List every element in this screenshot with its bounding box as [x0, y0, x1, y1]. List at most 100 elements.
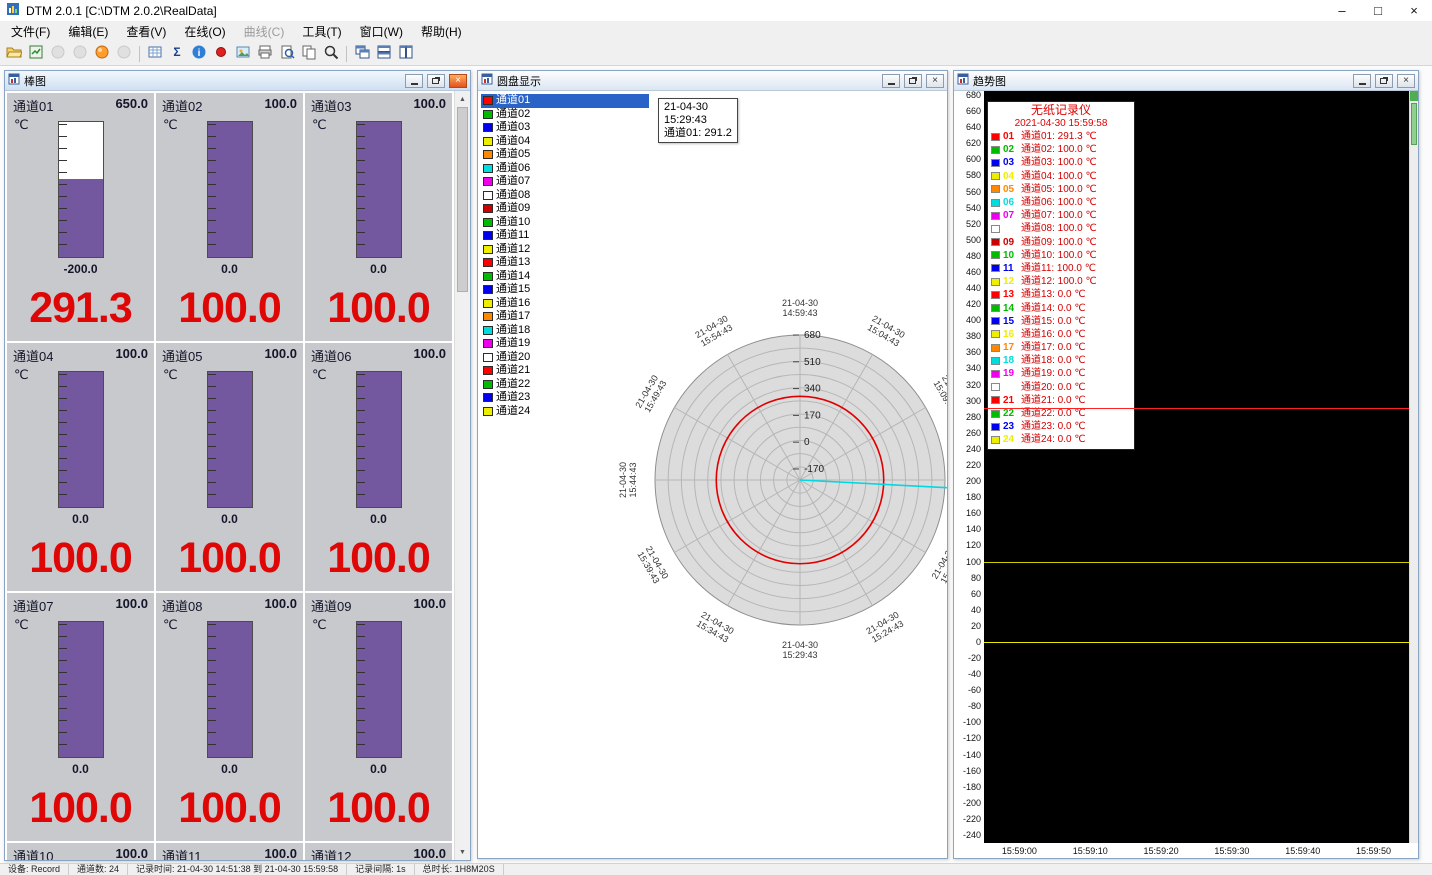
child-restore-button[interactable] [904, 74, 922, 88]
menu-item-5[interactable]: 曲线(C) [235, 21, 294, 42]
channel-list-item[interactable]: 通道05 [481, 148, 649, 162]
close-button[interactable]: × [1396, 0, 1432, 21]
legend-channel-number: 04 [1003, 170, 1018, 183]
scroll-down-icon[interactable]: ▼ [455, 844, 470, 860]
legend-channel-value: 通道16: 0.0 ℃ [1021, 328, 1086, 341]
scroll-up-icon[interactable]: ▲ [455, 91, 470, 107]
channel-list-item[interactable]: 通道06 [481, 162, 649, 176]
channel-label: 通道04 [496, 135, 530, 148]
minimize-button[interactable]: – [1324, 0, 1360, 21]
channel-list-item[interactable]: 通道16 [481, 297, 649, 311]
scrollbar-track[interactable] [455, 292, 470, 844]
tile-horizontal-button[interactable] [374, 44, 394, 64]
channel-list-item[interactable]: 通道12 [481, 243, 649, 257]
channel-color-swatch [483, 231, 493, 240]
y-axis-label: 620 [966, 139, 981, 148]
channel-list-item[interactable]: 通道17 [481, 310, 649, 324]
child-restore-button[interactable] [1375, 74, 1393, 88]
channel-list-item[interactable]: 通道20 [481, 351, 649, 365]
trend-plot[interactable]: 无纸记录仪 2021-04-30 15:59:58 01通道01: 291.3 … [984, 91, 1409, 843]
child-minimize-button[interactable] [1353, 74, 1371, 88]
gauge-ticks [208, 624, 216, 755]
svg-text:21-04-3015:29:43: 21-04-3015:29:43 [782, 640, 818, 660]
legend-channel-number: 05 [1003, 183, 1018, 196]
channel-list-item[interactable]: 通道21 [481, 364, 649, 378]
snapshot-button[interactable] [233, 44, 253, 64]
bar-graph-titlebar[interactable]: 棒图 × [5, 71, 470, 91]
child-close-button[interactable]: × [926, 74, 944, 88]
channel-list-item[interactable]: 通道04 [481, 135, 649, 149]
gauge-max-value: 100.0 [413, 846, 446, 860]
menu-item-4[interactable]: 在线(O) [175, 21, 234, 42]
channel-list-item[interactable]: 通道24 [481, 405, 649, 419]
channel-list-item[interactable]: 通道14 [481, 270, 649, 284]
child-close-button[interactable]: × [449, 74, 467, 88]
y-axis-label: -80 [968, 702, 981, 711]
channel-list-item[interactable]: 通道03 [481, 121, 649, 135]
legend-channel-value: 通道18: 0.0 ℃ [1021, 354, 1086, 367]
svg-text:680: 680 [804, 330, 821, 341]
copy-button[interactable] [299, 44, 319, 64]
child-minimize-button[interactable] [882, 74, 900, 88]
print-button[interactable] [255, 44, 275, 64]
cascade-windows-button[interactable] [352, 44, 372, 64]
channel-list-item[interactable]: 通道11 [481, 229, 649, 243]
bar-gauge-panel: 通道08100.0℃0.0100.0 [156, 593, 303, 841]
channel-list-item[interactable]: 通道23 [481, 391, 649, 405]
tile-vertical-button[interactable] [396, 44, 416, 64]
trend-graph-titlebar[interactable]: 趋势图 × [954, 71, 1418, 91]
channel-list-item[interactable]: 通道18 [481, 324, 649, 338]
channel-list-item[interactable]: 通道08 [481, 189, 649, 203]
data-table-button[interactable] [145, 44, 165, 64]
y-axis-label: -220 [963, 815, 981, 824]
menu-item-8[interactable]: 帮助(H) [412, 21, 471, 42]
info-button[interactable]: i [189, 44, 209, 64]
channel-list-item[interactable]: 通道22 [481, 378, 649, 392]
child-minimize-button[interactable] [405, 74, 423, 88]
svg-text:170: 170 [804, 410, 821, 421]
gauge-max-value: 100.0 [264, 596, 297, 615]
connect-button[interactable] [48, 44, 68, 64]
menu-item-2[interactable]: 编辑(E) [59, 21, 117, 42]
child-close-button[interactable]: × [1397, 74, 1415, 88]
child-restore-button[interactable] [427, 74, 445, 88]
y-axis-label: 260 [966, 429, 981, 438]
bar-vertical-scrollbar[interactable]: ▲ ▼ [454, 91, 470, 860]
trend-scrollbar[interactable] [1409, 91, 1418, 843]
disk-display-titlebar[interactable]: 圆盘显示 × [478, 71, 947, 91]
data-view-button[interactable] [26, 44, 46, 64]
pause-button[interactable] [70, 44, 90, 64]
channel-list-item[interactable]: 通道02 [481, 108, 649, 122]
menu-item-6[interactable]: 工具(T) [293, 21, 350, 42]
unit-label: ℃ [163, 367, 178, 383]
scrollbar-thumb[interactable] [457, 107, 468, 292]
record-dot-button[interactable] [211, 44, 231, 64]
channel-list-item[interactable]: 通道10 [481, 216, 649, 230]
record-button[interactable] [92, 44, 112, 64]
scrollbar-thumb[interactable] [1411, 103, 1417, 145]
legend-row: 17通道17: 0.0 ℃ [991, 341, 1131, 354]
scrollbar-arrow[interactable] [1410, 91, 1418, 101]
legend-row: 24通道24: 0.0 ℃ [991, 433, 1131, 446]
app-titlebar[interactable]: DTM 2.0.1 [C:\DTM 2.0.2\RealData] – □ × [0, 0, 1432, 21]
menu-item-3[interactable]: 查看(V) [117, 21, 175, 42]
print-preview-button[interactable] [277, 44, 297, 64]
svg-text:340: 340 [804, 384, 821, 395]
channel-label: 通道18 [496, 324, 530, 337]
channel-list-item[interactable]: 通道07 [481, 175, 649, 189]
restore-button[interactable]: □ [1360, 0, 1396, 21]
channel-list-item[interactable]: 通道01 [481, 94, 649, 108]
gauge-header: 通道09100.0 [305, 593, 452, 615]
channel-list-item[interactable]: 通道19 [481, 337, 649, 351]
channel-color-swatch [483, 150, 493, 159]
stop-button[interactable] [114, 44, 134, 64]
zoom-button[interactable] [321, 44, 341, 64]
menu-item-7[interactable]: 窗口(W) [351, 21, 412, 42]
channel-list-item[interactable]: 通道15 [481, 283, 649, 297]
menu-item-1[interactable]: 文件(F) [2, 21, 59, 42]
legend-channel-number: 23 [1003, 420, 1018, 433]
channel-list-item[interactable]: 通道13 [481, 256, 649, 270]
statistics-button[interactable]: Σ [167, 44, 187, 64]
channel-list-item[interactable]: 通道09 [481, 202, 649, 216]
open-file-button[interactable] [4, 44, 24, 64]
